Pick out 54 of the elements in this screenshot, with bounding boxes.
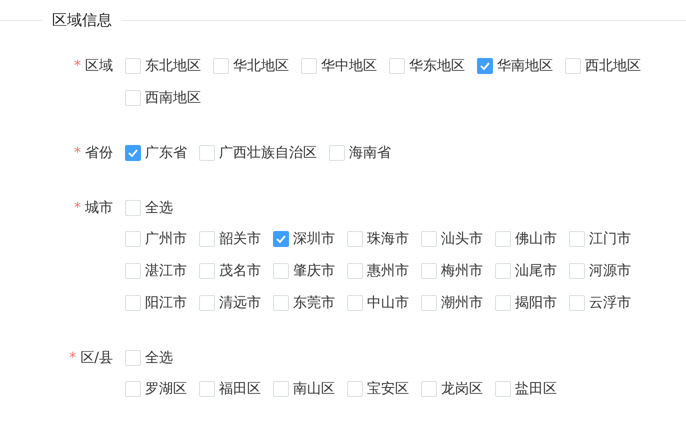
checkbox-option[interactable]: 华北地区 xyxy=(213,56,289,76)
checkbox-option[interactable]: 韶关市 xyxy=(199,229,261,249)
checkbox-option[interactable]: 龙岗区 xyxy=(421,379,483,399)
checkbox-option[interactable]: 宝安区 xyxy=(347,379,409,399)
checkbox-option[interactable]: 罗湖区 xyxy=(125,379,187,399)
required-mark: * xyxy=(69,349,76,368)
checkbox-option[interactable]: 华中地区 xyxy=(301,56,377,76)
required-mark: * xyxy=(74,144,81,163)
check-icon xyxy=(128,149,138,157)
check-icon xyxy=(480,62,490,70)
checkbox-option[interactable]: 清远市 xyxy=(199,293,261,313)
required-mark: * xyxy=(74,199,81,218)
checkbox-option[interactable]: 汕尾市 xyxy=(495,261,557,281)
checkbox-option[interactable]: 海南省 xyxy=(329,143,391,163)
checkbox-option[interactable]: 东莞市 xyxy=(273,293,335,313)
checkbox-option[interactable]: 珠海市 xyxy=(347,229,409,249)
checkbox[interactable] xyxy=(273,231,289,247)
checkbox-option[interactable]: 华南地区 xyxy=(477,56,553,76)
checkbox-option[interactable]: 佛山市 xyxy=(495,229,557,249)
checkbox-option[interactable]: 东北地区 xyxy=(125,56,201,76)
checkbox-option[interactable]: 河源市 xyxy=(569,261,631,281)
checkbox[interactable] xyxy=(477,58,493,74)
checkbox-option[interactable]: 江门市 xyxy=(569,229,631,249)
checkbox-option[interactable]: 深圳市 xyxy=(273,229,335,249)
check-icon xyxy=(276,235,286,243)
field-label: 城市 xyxy=(85,199,113,218)
checkbox-option[interactable]: 华东地区 xyxy=(389,56,465,76)
checkbox-option[interactable]: 梅州市 xyxy=(421,261,483,281)
field-label: 省份 xyxy=(85,144,113,163)
checkbox-option[interactable]: 全选 xyxy=(125,348,173,368)
checkbox-option[interactable]: 潮州市 xyxy=(421,293,483,313)
checkbox-option[interactable]: 汕头市 xyxy=(421,229,483,249)
checkbox-option[interactable]: 揭阳市 xyxy=(495,293,557,313)
checkbox[interactable] xyxy=(125,145,141,161)
checkbox-option[interactable]: 湛江市 xyxy=(125,261,187,281)
checkbox-option[interactable]: 云浮市 xyxy=(569,293,631,313)
checkbox-option[interactable]: 福田区 xyxy=(199,379,261,399)
required-mark: * xyxy=(74,57,81,76)
checkbox-option[interactable]: 南山区 xyxy=(273,379,335,399)
field-label: 区/县 xyxy=(80,349,113,368)
checkbox-option[interactable]: 肇庆市 xyxy=(273,261,335,281)
checkbox-option[interactable]: 广州市 xyxy=(125,229,187,249)
checkbox-option[interactable]: 全选 xyxy=(125,198,173,218)
checkbox-option[interactable]: 西北地区 xyxy=(565,56,641,76)
checkbox-option[interactable]: 西南地区 xyxy=(125,88,201,108)
checkbox-option[interactable]: 惠州市 xyxy=(347,261,409,281)
checkbox-option[interactable]: 广西壮族自治区 xyxy=(199,143,317,163)
checkbox-option[interactable]: 茂名市 xyxy=(199,261,261,281)
checkbox-option[interactable]: 广东省 xyxy=(125,143,187,163)
section-title: 区域信息 xyxy=(52,10,112,31)
field-label: 区域 xyxy=(85,57,113,76)
checkbox-option[interactable]: 中山市 xyxy=(347,293,409,313)
checkbox-option[interactable]: 阳江市 xyxy=(125,293,187,313)
checkbox-option[interactable]: 盐田区 xyxy=(495,379,557,399)
